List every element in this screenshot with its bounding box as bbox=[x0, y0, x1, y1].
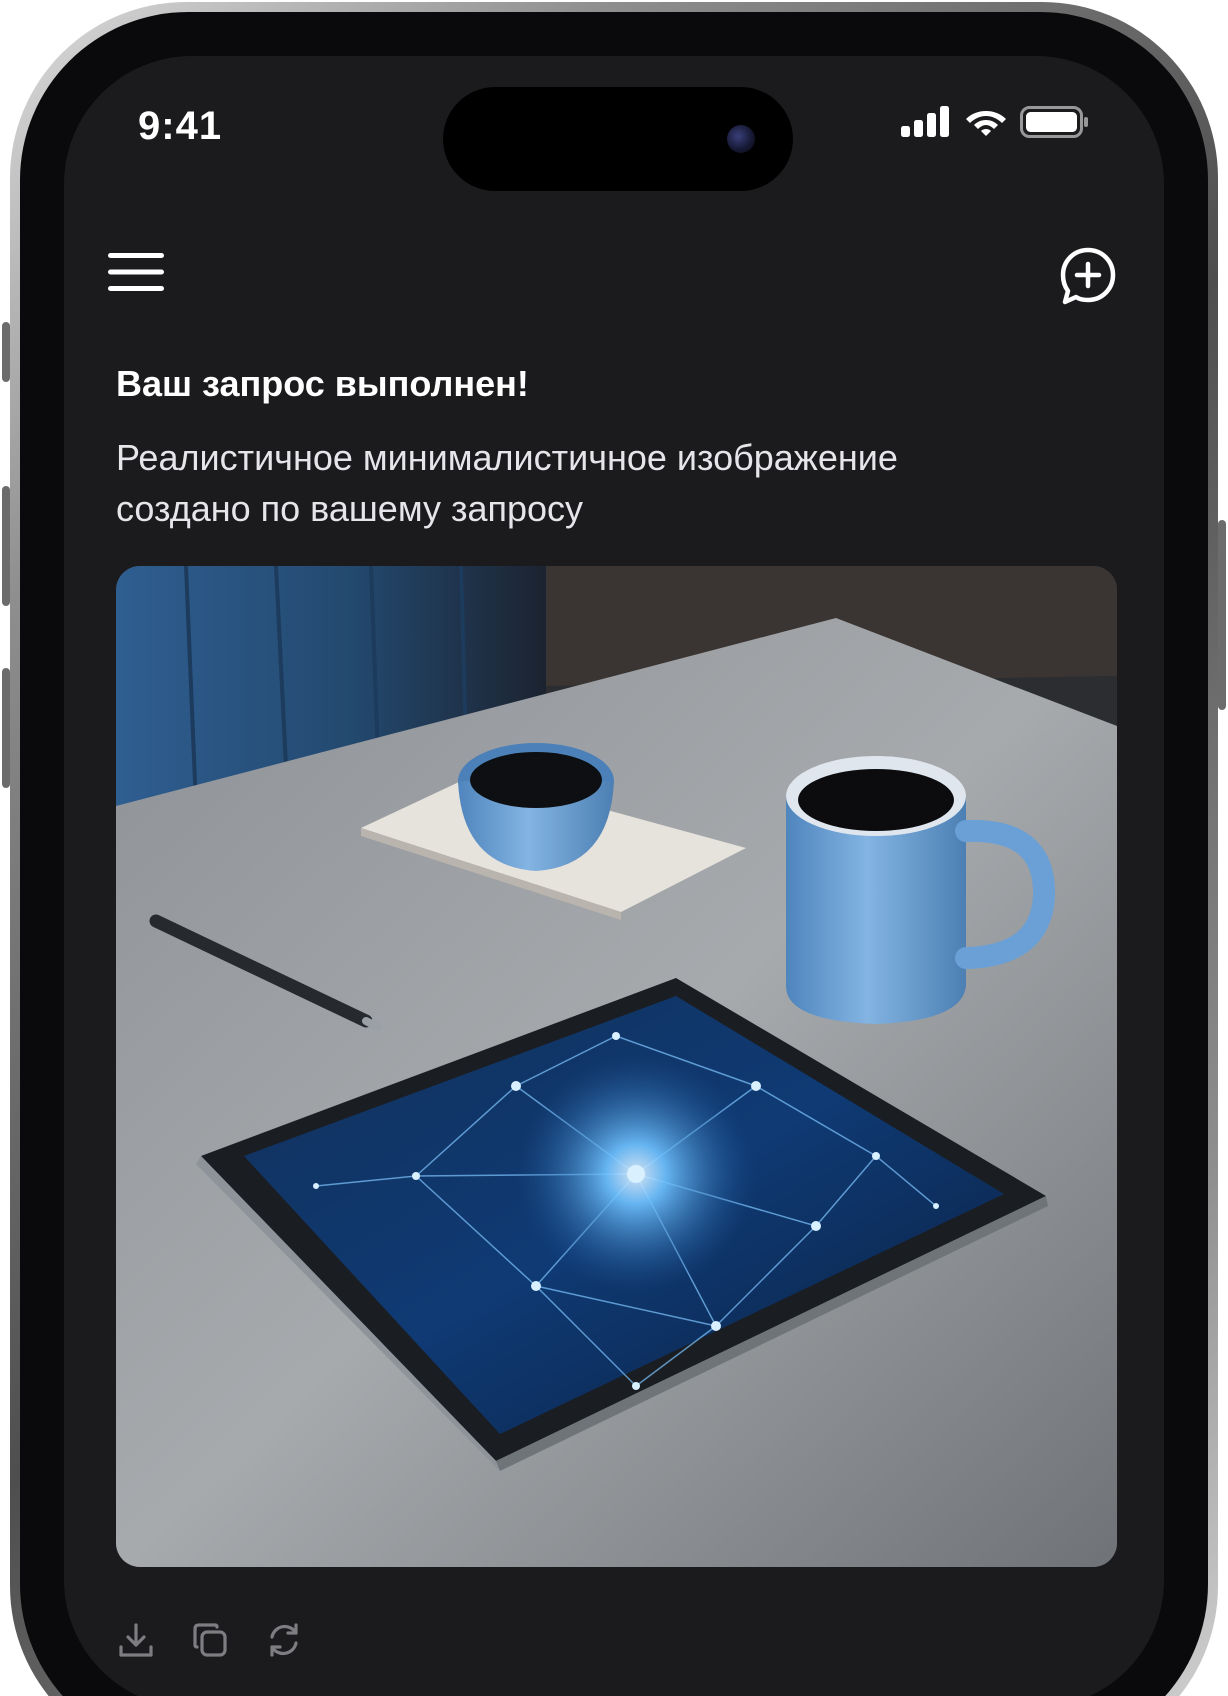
chat-bubble-plus-icon bbox=[1060, 247, 1116, 305]
copy-button[interactable] bbox=[190, 1620, 230, 1660]
wifi-icon bbox=[966, 111, 1006, 136]
hamburger-menu-icon bbox=[108, 253, 164, 291]
dynamic-island bbox=[443, 87, 793, 191]
phone-screen: 9:41 Ваш запрос выполнен! Реалистичное м… bbox=[64, 56, 1164, 1696]
message-actions bbox=[116, 1620, 304, 1660]
power-button bbox=[1218, 520, 1226, 710]
status-icons bbox=[900, 106, 1090, 138]
cellular-signal-icon bbox=[901, 106, 949, 137]
new-chat-button[interactable] bbox=[1052, 240, 1124, 312]
volume-up-button bbox=[2, 486, 10, 606]
battery-icon bbox=[1020, 106, 1088, 138]
front-camera bbox=[727, 125, 755, 153]
volume-down-button bbox=[2, 668, 10, 788]
message-body: Реалистичное минималистичное изображение… bbox=[116, 437, 898, 529]
message-title: Ваш запрос выполнен! bbox=[116, 363, 529, 404]
status-time: 9:41 bbox=[138, 104, 223, 148]
phone-frame: 9:41 Ваш запрос выполнен! Реалистичное м… bbox=[10, 2, 1218, 1696]
regenerate-icon bbox=[270, 1623, 298, 1657]
copy-icon bbox=[193, 1623, 227, 1657]
device-stage: 9:41 Ваш запрос выполнен! Реалистичное м… bbox=[0, 0, 1228, 1696]
menu-button[interactable] bbox=[104, 240, 168, 304]
download-icon bbox=[119, 1623, 153, 1657]
generated-image[interactable] bbox=[116, 566, 1117, 1567]
download-button[interactable] bbox=[116, 1620, 156, 1660]
regenerate-button[interactable] bbox=[264, 1620, 304, 1660]
action-button bbox=[2, 322, 10, 382]
phone-bezel: 9:41 Ваш запрос выполнен! Реалистичное м… bbox=[20, 12, 1208, 1696]
generated-image-canvas bbox=[116, 566, 1117, 1567]
